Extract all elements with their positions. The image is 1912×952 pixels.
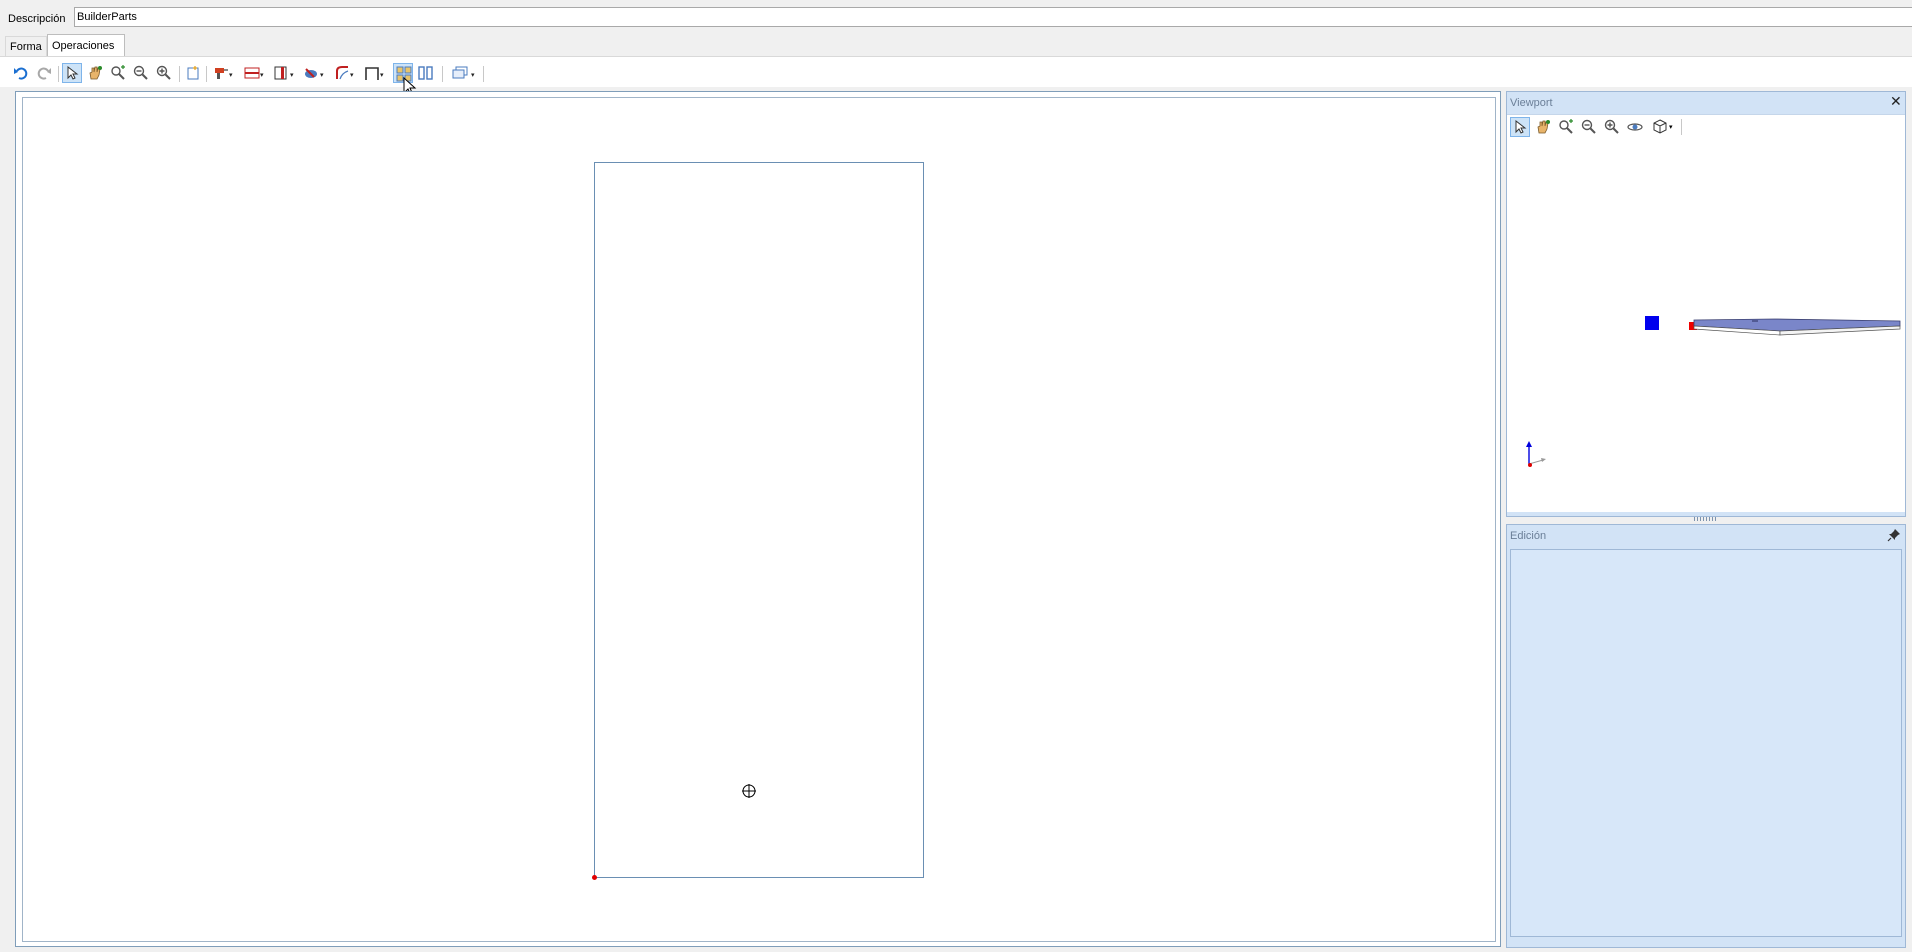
viewport-3d-canvas[interactable] — [1507, 138, 1905, 512]
frame-icon[interactable]: ▾ — [362, 63, 390, 83]
part-3d-preview — [1693, 318, 1901, 336]
drill-icon[interactable]: ▾ — [211, 63, 239, 83]
close-icon[interactable]: ✕ — [1890, 93, 1902, 110]
viewport-panel: Viewport ✕ ▾ — [1506, 91, 1906, 517]
edicion-title: Edición — [1510, 530, 1547, 542]
toolbar-separator — [483, 66, 484, 82]
description-input[interactable] — [74, 7, 1912, 27]
undo-icon[interactable] — [11, 63, 31, 83]
operations-toolbar: ▾ ▾ ▾ ▾ ▾ ▾ ▾ — [0, 57, 1912, 87]
pan-hand-icon[interactable] — [85, 63, 105, 83]
crosshair-icon[interactable] — [741, 783, 757, 799]
zoom-in-icon[interactable] — [154, 63, 174, 83]
zoom-out-icon[interactable] — [131, 63, 151, 83]
zoom-window-icon[interactable] — [108, 63, 128, 83]
viewport-header: Viewport ✕ — [1507, 92, 1905, 114]
toolbar-separator — [179, 66, 180, 82]
layers-icon[interactable]: ▾ — [449, 63, 477, 83]
toolbar-separator — [58, 66, 59, 82]
zoom-in-icon[interactable] — [1602, 117, 1622, 137]
curve-path-icon[interactable]: ▾ — [332, 63, 360, 83]
axis-triad-icon — [1526, 441, 1546, 467]
edicion-content — [1510, 549, 1902, 937]
pocket-icon[interactable]: ▾ — [272, 63, 300, 83]
milling-icon[interactable]: ▾ — [302, 63, 330, 83]
tab-operaciones[interactable]: Operaciones — [47, 34, 125, 56]
viewport-toolbar: ▾ — [1507, 114, 1905, 138]
groove-icon[interactable]: ▾ — [242, 63, 270, 83]
pin-icon[interactable] — [1887, 528, 1901, 542]
select-pointer-icon[interactable] — [62, 63, 82, 83]
orbit-icon[interactable] — [1625, 117, 1645, 137]
columns-icon[interactable] — [416, 63, 436, 83]
toolbar-separator — [442, 66, 443, 82]
tab-forma[interactable]: Forma — [5, 36, 47, 56]
cube-view-icon[interactable]: ▾ — [1650, 117, 1678, 137]
view-marker-blue — [1645, 316, 1659, 330]
pan-hand-icon[interactable] — [1533, 117, 1553, 137]
redo-icon[interactable] — [34, 63, 54, 83]
origin-point — [592, 875, 597, 880]
toolbar-separator — [206, 66, 207, 82]
viewport-title: Viewport — [1510, 97, 1553, 109]
description-label: Descripción — [8, 13, 66, 25]
zoom-out-icon[interactable] — [1579, 117, 1599, 137]
select-pointer-icon[interactable] — [1510, 117, 1530, 137]
toolbar-separator — [1681, 119, 1682, 135]
part-outline[interactable] — [594, 162, 924, 878]
new-document-icon[interactable] — [183, 63, 203, 83]
zoom-window-icon[interactable] — [1556, 117, 1576, 137]
panel-splitter[interactable] — [1694, 517, 1718, 521]
edicion-panel: Edición — [1506, 524, 1906, 948]
